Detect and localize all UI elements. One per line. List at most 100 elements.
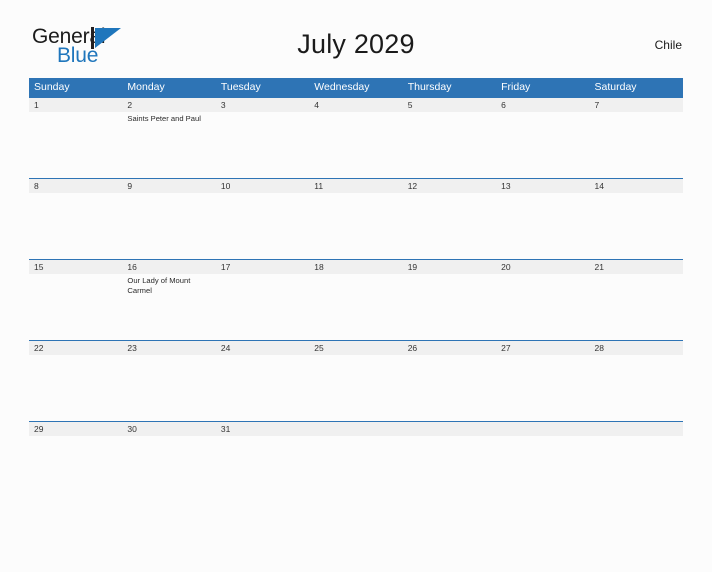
day-cell[interactable] [216,436,309,476]
day-cell[interactable] [496,274,589,340]
day-number[interactable]: 28 [590,341,683,355]
date-number-band: 8 9 10 11 12 13 14 [29,179,683,193]
event-band: Our Lady of Mount Carmel [29,274,683,340]
calendar-week-row: 8 9 10 11 12 13 14 [29,178,683,259]
event-band [29,193,683,259]
event-label: Saints Peter and Paul [127,114,201,123]
date-number-band: 29 30 31 [29,422,683,436]
day-cell[interactable] [403,274,496,340]
day-number[interactable]: 27 [496,341,589,355]
day-cell[interactable] [590,355,683,421]
day-number[interactable]: 16 [122,260,215,274]
weekday-header-row: Sunday Monday Tuesday Wednesday Thursday… [29,78,683,97]
day-number[interactable]: 26 [403,341,496,355]
day-cell[interactable] [309,274,402,340]
day-number[interactable]: 20 [496,260,589,274]
day-number[interactable]: 25 [309,341,402,355]
day-number [309,422,402,436]
day-cell[interactable] [29,355,122,421]
day-cell[interactable] [216,112,309,178]
day-number [403,422,496,436]
weekday-header-thursday: Thursday [407,81,452,93]
day-cell[interactable] [590,112,683,178]
day-number[interactable]: 14 [590,179,683,193]
day-cell[interactable] [309,355,402,421]
day-cell[interactable] [216,193,309,259]
day-number[interactable]: 29 [29,422,122,436]
event-band: Saints Peter and Paul [29,112,683,178]
day-cell[interactable] [122,355,215,421]
day-number[interactable]: 8 [29,179,122,193]
page-header: General Blue July 2029 Chile [29,22,683,68]
day-cell[interactable] [590,274,683,340]
date-number-band: 1 2 3 4 5 6 7 [29,98,683,112]
day-cell[interactable] [309,112,402,178]
day-number[interactable]: 22 [29,341,122,355]
region-label: Chile [654,38,682,52]
day-number[interactable]: 11 [309,179,402,193]
day-cell[interactable] [403,112,496,178]
day-number[interactable]: 23 [122,341,215,355]
event-label: Our Lady of Mount Carmel [127,276,191,295]
day-cell[interactable] [29,112,122,178]
day-number[interactable]: 7 [590,98,683,112]
day-number[interactable]: 13 [496,179,589,193]
day-number[interactable]: 6 [496,98,589,112]
page-title: July 2029 [297,29,415,59]
day-cell[interactable] [216,274,309,340]
date-number-band: 15 16 17 18 19 20 21 [29,260,683,274]
day-cell[interactable] [403,355,496,421]
day-cell [309,436,402,476]
day-cell[interactable] [496,112,589,178]
day-cell [496,436,589,476]
day-number[interactable]: 3 [216,98,309,112]
day-cell[interactable] [496,193,589,259]
calendar-page: General Blue July 2029 Chile Sunday Mond… [0,22,712,572]
day-cell[interactable] [309,193,402,259]
event-band [29,355,683,421]
day-cell[interactable] [122,436,215,476]
day-cell [590,436,683,476]
calendar-week-row: 1 2 3 4 5 6 7 Saints Peter and Paul [29,97,683,178]
day-number[interactable]: 18 [309,260,402,274]
date-number-band: 22 23 24 25 26 27 28 [29,341,683,355]
day-cell[interactable] [216,355,309,421]
day-number[interactable]: 2 [122,98,215,112]
day-number[interactable]: 31 [216,422,309,436]
weekday-header-saturday: Saturday [594,81,637,93]
day-cell [403,436,496,476]
day-number[interactable]: 15 [29,260,122,274]
day-number[interactable]: 1 [29,98,122,112]
day-number[interactable]: 10 [216,179,309,193]
day-number[interactable]: 19 [403,260,496,274]
day-cell[interactable] [29,436,122,476]
calendar-week-row: 15 16 17 18 19 20 21 Our Lady of Mount C… [29,259,683,340]
day-number[interactable]: 12 [403,179,496,193]
day-number[interactable]: 24 [216,341,309,355]
day-number [496,422,589,436]
day-number[interactable]: 21 [590,260,683,274]
day-cell[interactable] [496,355,589,421]
day-number[interactable]: 17 [216,260,309,274]
day-number[interactable]: 5 [403,98,496,112]
day-cell[interactable] [29,274,122,340]
day-number[interactable]: 9 [122,179,215,193]
calendar-grid: Sunday Monday Tuesday Wednesday Thursday… [29,78,683,476]
weekday-header-friday: Friday [501,81,531,93]
day-cell[interactable] [29,193,122,259]
calendar-week-row: 22 23 24 25 26 27 28 [29,340,683,421]
weekday-header-monday: Monday [127,81,165,93]
day-number[interactable]: 4 [309,98,402,112]
day-number [590,422,683,436]
calendar-week-row: 29 30 31 [29,421,683,476]
day-cell[interactable]: Saints Peter and Paul [122,112,215,178]
weekday-header-sunday: Sunday [34,81,70,93]
event-band [29,436,683,476]
day-cell[interactable] [590,193,683,259]
day-number[interactable]: 30 [122,422,215,436]
day-cell[interactable] [403,193,496,259]
day-cell[interactable]: Our Lady of Mount Carmel [122,274,215,340]
weekday-header-tuesday: Tuesday [220,81,261,93]
weekday-header-wednesday: Wednesday [314,81,370,93]
day-cell[interactable] [122,193,215,259]
